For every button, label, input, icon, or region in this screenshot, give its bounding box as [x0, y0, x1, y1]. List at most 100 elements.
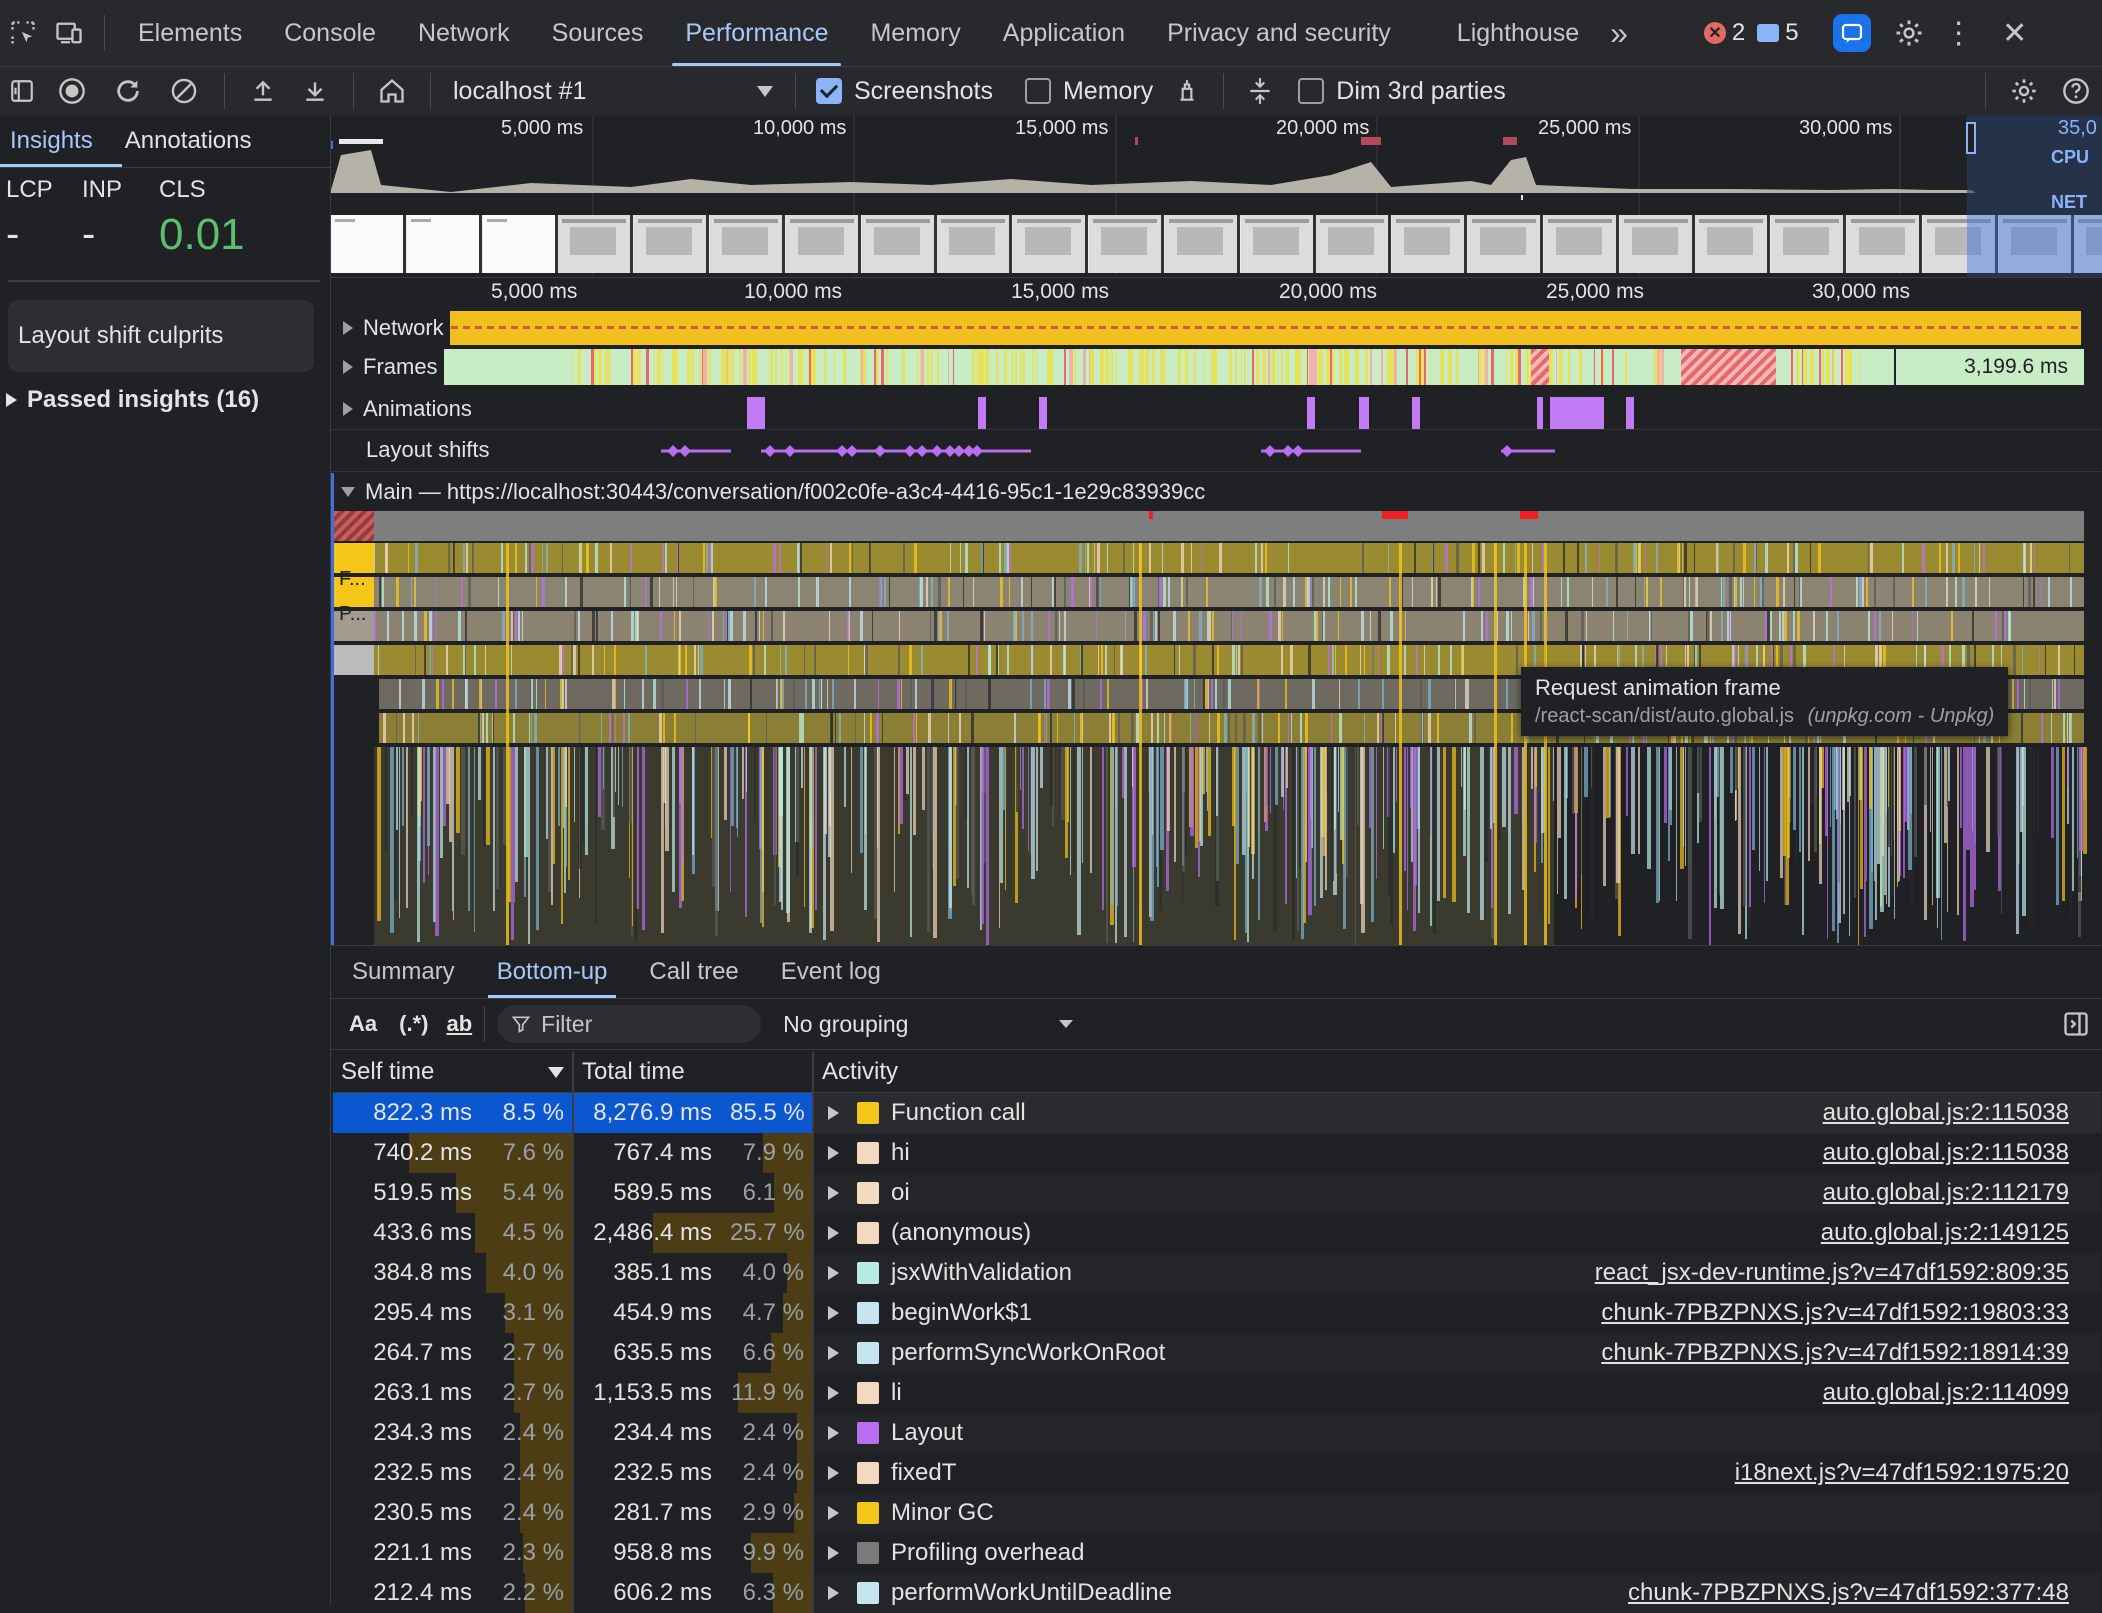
filter-input[interactable]: Filter — [497, 1005, 762, 1043]
expand-row-icon[interactable] — [828, 1466, 839, 1480]
screenshot-thumbnail[interactable] — [1013, 215, 1089, 273]
toggle-sidebar-icon[interactable] — [2050, 1010, 2102, 1038]
expand-row-icon[interactable] — [828, 1346, 839, 1360]
tab-event-log[interactable]: Event log — [760, 946, 902, 998]
source-link[interactable]: chunk-7PBZPNXS.js?v=47df1592:18914:39 — [1601, 1339, 2069, 1367]
screenshot-thumbnail[interactable] — [861, 215, 937, 273]
tab-call-tree[interactable]: Call tree — [628, 946, 759, 998]
screenshot-thumbnail[interactable] — [1468, 215, 1543, 273]
dim-third-parties-checkbox[interactable]: Dim 3rd parties — [1298, 77, 1506, 106]
animation-block[interactable] — [1626, 397, 1634, 429]
reload-record-icon[interactable] — [100, 67, 156, 115]
frames-track-header[interactable]: Frames — [331, 349, 444, 385]
screenshot-thumbnail[interactable] — [558, 215, 634, 273]
metric-cls[interactable]: CLS 0.01 — [159, 176, 245, 260]
screenshot-thumbnail[interactable] — [1316, 215, 1392, 273]
source-link[interactable]: react_jsx-dev-runtime.js?v=47df1592:809:… — [1595, 1259, 2069, 1287]
screenshot-thumbnail[interactable] — [406, 215, 482, 273]
expand-row-icon[interactable] — [828, 1186, 839, 1200]
target-select[interactable]: localhost #1 — [443, 77, 783, 106]
capture-settings-icon[interactable] — [1998, 67, 2050, 115]
tab-network[interactable]: Network — [397, 0, 531, 66]
screenshots-checkbox[interactable]: Screenshots — [816, 77, 993, 106]
screenshot-thumbnail[interactable] — [1392, 215, 1468, 273]
screenshot-thumbnail[interactable] — [1847, 215, 1922, 273]
dim-third-parties-checkbox-box[interactable] — [1298, 78, 1325, 104]
animation-block[interactable] — [1537, 397, 1543, 429]
source-link[interactable]: chunk-7PBZPNXS.js?v=47df1592:19803:33 — [1601, 1299, 2069, 1327]
regex-icon[interactable]: (.*) — [399, 1011, 428, 1037]
tab-insights[interactable]: Insights — [0, 113, 93, 169]
screenshot-strip[interactable] — [331, 215, 2102, 273]
grouping-select[interactable]: No grouping — [783, 1011, 1074, 1038]
passed-insights-toggle[interactable]: Passed insights (16) — [6, 386, 330, 414]
issues-counter[interactable]: ✕ 2 5 — [1703, 19, 1799, 47]
screenshot-thumbnail[interactable] — [331, 215, 406, 273]
source-link[interactable]: auto.global.js:2:149125 — [1821, 1219, 2069, 1247]
table-row[interactable]: 384.8 ms 4.0 % 385.1 ms 4.0 % jsxWithVal… — [333, 1253, 2101, 1293]
animation-block[interactable] — [1039, 397, 1047, 429]
tab-privacy-security[interactable]: Privacy and security — [1146, 0, 1412, 66]
device-toolbar-icon[interactable] — [46, 0, 92, 66]
table-row[interactable]: 230.5 ms 2.4 % 281.7 ms 2.9 % Minor GC — [333, 1493, 2101, 1533]
animation-block[interactable] — [1412, 397, 1420, 429]
animation-block[interactable] — [1359, 397, 1369, 429]
close-devtools-icon[interactable]: ✕ — [1995, 13, 2035, 53]
garbage-collect-icon[interactable] — [1163, 67, 1211, 115]
expand-row-icon[interactable] — [828, 1506, 839, 1520]
screenshot-thumbnail[interactable] — [1695, 215, 1771, 273]
source-link[interactable]: auto.global.js:2:115038 — [1823, 1099, 2069, 1127]
upload-icon[interactable] — [237, 67, 289, 115]
expand-row-icon[interactable] — [828, 1426, 839, 1440]
match-case-icon[interactable]: Aa — [349, 1011, 377, 1037]
tab-bottom-up[interactable]: Bottom-up — [476, 946, 629, 998]
whole-word-icon[interactable]: ab — [446, 1011, 472, 1037]
frame-duration-box[interactable]: 3,199.6 ms — [1894, 349, 2084, 385]
layout-shift-culprits-card[interactable]: Layout shift culprits — [8, 300, 314, 372]
animation-block[interactable] — [1307, 397, 1315, 429]
table-row[interactable]: 263.1 ms 2.7 % 1,153.5 ms 11.9 % li auto… — [333, 1373, 2101, 1413]
source-link[interactable]: chunk-7PBZPNXS.js?v=47df1592:377:48 — [1628, 1579, 2069, 1607]
settings-gear-icon[interactable] — [1889, 13, 1929, 53]
layout-shifts-track[interactable]: Layout shifts — [331, 431, 2102, 472]
animations-track-header[interactable]: Animations — [343, 393, 472, 425]
column-total-time[interactable]: Total time — [573, 1052, 814, 1093]
screenshot-thumbnail[interactable] — [1164, 215, 1240, 273]
record-icon[interactable] — [44, 67, 100, 115]
clear-icon[interactable] — [156, 67, 212, 115]
help-icon[interactable] — [2050, 67, 2102, 115]
screenshot-thumbnail[interactable] — [1240, 215, 1316, 273]
expand-row-icon[interactable] — [828, 1106, 839, 1120]
memory-checkbox[interactable]: Memory — [1024, 77, 1153, 106]
tab-sources[interactable]: Sources — [531, 0, 665, 66]
table-row[interactable]: 221.1 ms 2.3 % 958.8 ms 9.9 % Profiling … — [333, 1533, 2101, 1573]
source-link[interactable]: i18next.js?v=47df1592:1975:20 — [1735, 1459, 2069, 1487]
more-tabs-button[interactable]: » — [1600, 0, 1638, 66]
timeline-overview[interactable]: 5,000 ms 10,000 ms 15,000 ms 20,000 ms 2… — [331, 115, 2102, 277]
inspect-element-icon[interactable] — [0, 0, 46, 66]
expand-row-icon[interactable] — [828, 1306, 839, 1320]
screenshot-thumbnail[interactable] — [1619, 215, 1695, 273]
table-row[interactable]: 822.3 ms 8.5 % 8,276.9 ms 85.5 % Functio… — [333, 1092, 2101, 1133]
screenshots-checkbox-box[interactable] — [816, 78, 842, 104]
table-row[interactable]: 433.6 ms 4.5 % 2,486.4 ms 25.7 % (anonym… — [333, 1213, 2101, 1253]
expand-row-icon[interactable] — [828, 1146, 839, 1160]
network-track-header[interactable]: Network — [331, 311, 450, 345]
screenshot-thumbnail[interactable] — [1771, 215, 1847, 273]
metric-inp[interactable]: INP - — [82, 176, 159, 257]
animation-block[interactable] — [978, 397, 986, 429]
tab-performance[interactable]: Performance — [664, 0, 849, 66]
column-activity[interactable]: Activity — [813, 1052, 2101, 1093]
tab-elements[interactable]: Elements — [117, 0, 263, 66]
animations-track[interactable]: Animations — [331, 389, 2102, 430]
tab-application[interactable]: Application — [982, 0, 1146, 66]
expand-row-icon[interactable] — [828, 1586, 839, 1600]
screenshot-thumbnail[interactable] — [482, 215, 558, 273]
tab-lighthouse[interactable]: Lighthouse — [1436, 0, 1600, 66]
table-row[interactable]: 264.7 ms 2.7 % 635.5 ms 6.6 % performSyn… — [333, 1333, 2101, 1373]
expand-row-icon[interactable] — [828, 1546, 839, 1560]
memory-checkbox-box[interactable] — [1024, 78, 1051, 104]
screenshot-thumbnail[interactable] — [1543, 215, 1619, 273]
expand-row-icon[interactable] — [828, 1226, 839, 1240]
source-link[interactable]: auto.global.js:2:114099 — [1823, 1379, 2069, 1407]
